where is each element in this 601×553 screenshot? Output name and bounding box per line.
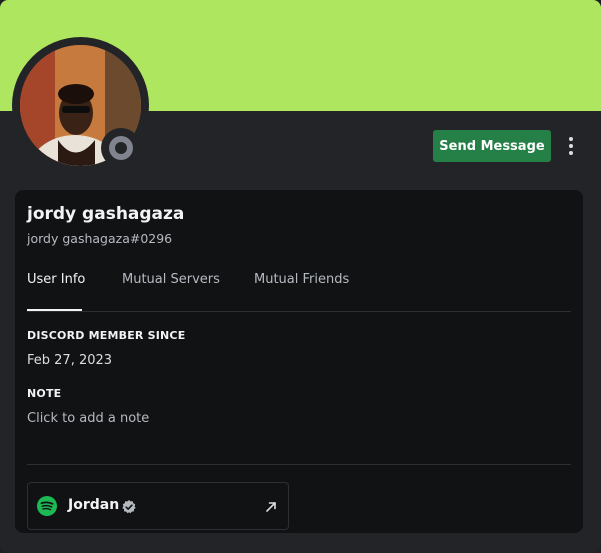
spotify-icon: [37, 496, 57, 516]
display-name: jordy gashagaza: [27, 204, 185, 224]
profile-info-card: jordy gashagaza jordy gashagaza#0296 Use…: [15, 190, 583, 533]
offline-status-icon: [109, 136, 133, 160]
note-label: NOTE: [27, 387, 62, 400]
username: jordy gashagaza#0296: [27, 231, 173, 246]
tab-mutual-servers[interactable]: Mutual Servers: [122, 272, 220, 287]
note-input[interactable]: Click to add a note: [27, 411, 149, 426]
connection-account-name: Jordan: [68, 497, 120, 513]
verified-check-icon: [122, 500, 136, 514]
tabs-divider: [27, 311, 571, 312]
status-indicator: [101, 128, 141, 168]
send-message-button[interactable]: Send Message: [433, 130, 551, 162]
connections-divider: [27, 464, 571, 465]
tab-mutual-friends[interactable]: Mutual Friends: [254, 272, 349, 287]
more-options-icon[interactable]: [560, 134, 582, 158]
external-link-icon[interactable]: [261, 497, 281, 517]
user-profile-popout: Send Message jordy gashagaza jordy gasha…: [0, 0, 601, 553]
spotify-connection: Jordan: [27, 482, 289, 530]
tab-user-info[interactable]: User Info: [27, 272, 85, 287]
member-since-label: DISCORD MEMBER SINCE: [27, 329, 186, 342]
member-since-value: Feb 27, 2023: [27, 353, 113, 368]
